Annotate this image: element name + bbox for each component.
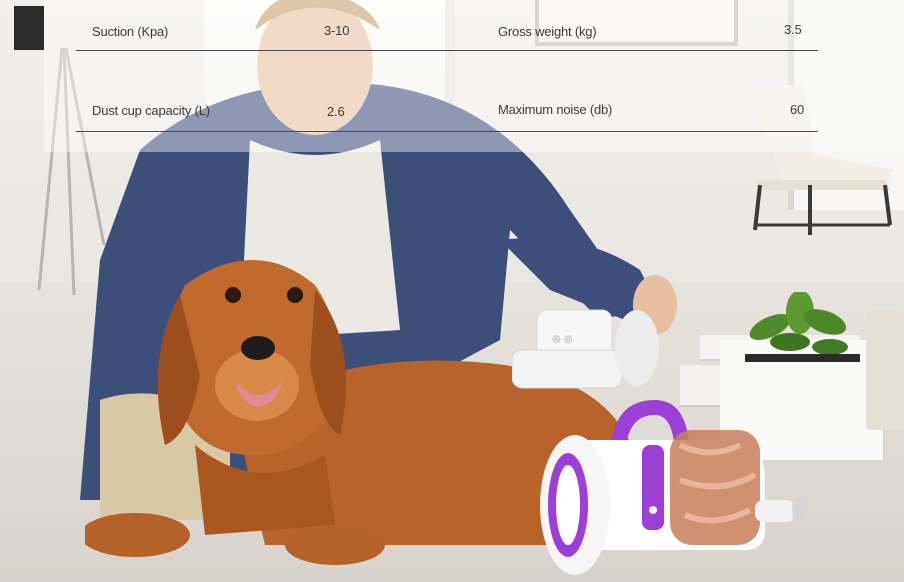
divider: [76, 131, 818, 132]
spec-row: Suction (Kpa) 3-10 Gross weight (kg) 3.5: [76, 0, 818, 60]
spec-value-max-noise: 60: [790, 102, 805, 117]
spec-label-suction: Suction (Kpa): [92, 24, 169, 39]
sofa-edge: [866, 310, 904, 430]
divider: [76, 50, 818, 51]
spec-label-gross-weight: Gross weight (kg): [498, 24, 597, 39]
spec-value-gross-weight: 3.5: [784, 22, 802, 37]
grooming-vacuum-unit: [540, 400, 804, 575]
grooming-brush-device: ◎ ◎: [512, 309, 659, 389]
potted-plant: [745, 292, 860, 362]
svg-text:◎ ◎: ◎ ◎: [552, 334, 573, 345]
spec-label-dust-cup: Dust cup capacity (L): [92, 103, 210, 118]
spec-value-dust-cup: 2.6: [327, 104, 345, 119]
spec-value-suction: 3-10: [324, 23, 350, 38]
spec-label-max-noise: Maximum noise (db): [498, 102, 613, 117]
